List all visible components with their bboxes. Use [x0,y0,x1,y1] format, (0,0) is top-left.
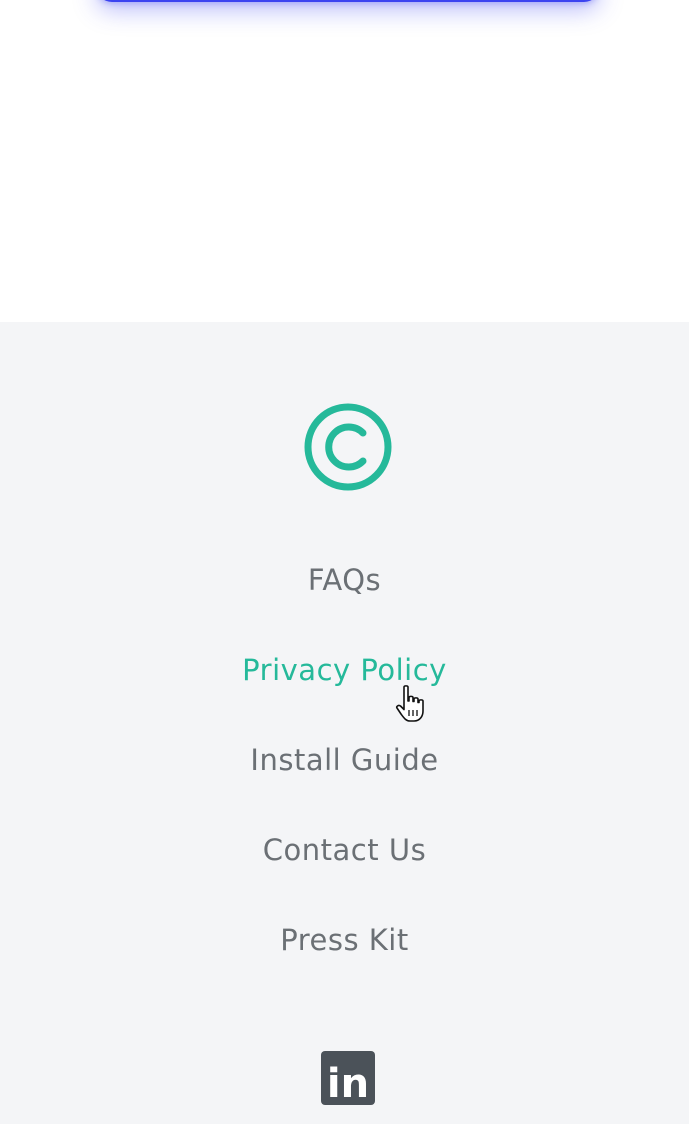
footer-link-contact-us[interactable]: Contact Us [0,814,689,904]
copyright-icon [303,402,393,492]
page: FAQs Privacy Policy Install Guide Contac… [0,0,689,1124]
linkedin-icon[interactable]: in [321,1051,375,1105]
footer-link-faqs[interactable]: FAQs [0,544,689,634]
footer-link-privacy-policy[interactable]: Privacy Policy [0,634,689,724]
footer-nav: FAQs Privacy Policy Install Guide Contac… [0,544,689,994]
svg-text:in: in [327,1061,369,1105]
cta-button[interactable] [96,0,600,2]
footer-link-install-guide[interactable]: Install Guide [0,724,689,814]
site-footer: FAQs Privacy Policy Install Guide Contac… [0,322,689,1124]
footer-link-press-kit[interactable]: Press Kit [0,904,689,994]
top-section [0,0,689,322]
